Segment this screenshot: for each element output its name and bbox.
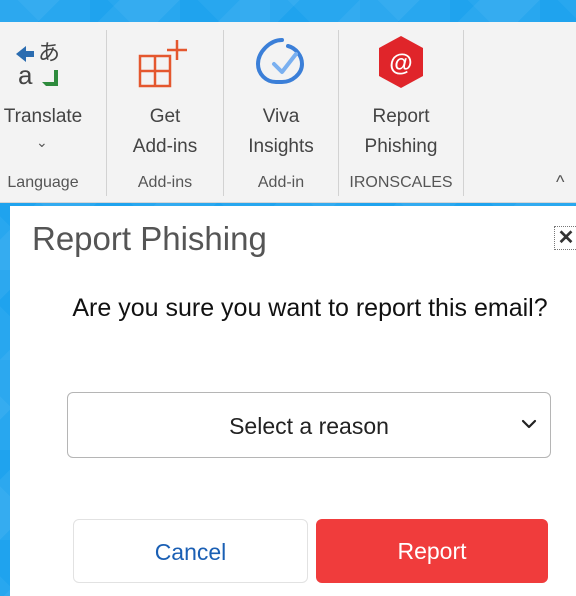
chevron-down-icon[interactable]: ⌄ bbox=[36, 134, 48, 151]
confirmation-question: Are you sure you want to report this ema… bbox=[72, 294, 548, 322]
svg-text:a: a bbox=[18, 60, 33, 90]
group-label-ironscales: IRONSCALES bbox=[349, 174, 453, 191]
label-line-2: Add-ins bbox=[132, 136, 198, 157]
viva-insights-icon[interactable] bbox=[252, 34, 308, 90]
svg-text:あ: あ bbox=[38, 41, 60, 66]
viva-insights-button-label[interactable]: Viva Insights bbox=[224, 102, 338, 162]
report-button[interactable]: Report bbox=[316, 519, 548, 583]
chevron-down-icon bbox=[520, 415, 538, 433]
ribbon-separator bbox=[463, 30, 464, 196]
ribbon-group-add-in: Viva Insights Add-in bbox=[224, 22, 338, 202]
ribbon-group-ironscales: @ Report Phishing IRONSCALES bbox=[339, 22, 463, 202]
label-line-1: Get bbox=[149, 106, 181, 127]
report-phishing-pane: Report Phishing ✕ Are you sure you want … bbox=[10, 206, 576, 596]
translate-button-label[interactable]: Translate bbox=[0, 102, 98, 132]
translate-icon[interactable]: あ a bbox=[14, 34, 70, 90]
reason-select-placeholder: Select a reason bbox=[229, 413, 389, 439]
collapse-ribbon-icon[interactable]: ^ bbox=[556, 172, 564, 193]
label-line-1: Viva bbox=[262, 106, 300, 127]
group-label-add-in: Add-in bbox=[257, 174, 305, 191]
label-line-1: Report bbox=[372, 106, 430, 127]
svg-text:@: @ bbox=[389, 50, 412, 77]
get-add-ins-icon[interactable] bbox=[137, 34, 193, 90]
close-icon[interactable]: ✕ bbox=[554, 226, 576, 250]
report-phishing-button-label[interactable]: Report Phishing bbox=[339, 102, 463, 162]
reason-select[interactable]: Select a reason bbox=[67, 392, 551, 458]
ironscales-report-icon[interactable]: @ bbox=[373, 34, 429, 90]
label-line-2: Phishing bbox=[364, 136, 438, 157]
ribbon-toolbar: あ a Translate ⌄ Language Get Add-ins Add… bbox=[0, 22, 576, 203]
ribbon-group-language: あ a Translate ⌄ Language bbox=[0, 22, 95, 202]
group-label-add-ins: Add-ins bbox=[137, 174, 193, 191]
group-label-language: Language bbox=[7, 174, 79, 191]
pane-title: Report Phishing bbox=[32, 220, 267, 257]
ribbon-group-add-ins: Get Add-ins Add-ins bbox=[107, 22, 223, 202]
get-add-ins-button-label[interactable]: Get Add-ins bbox=[107, 102, 223, 162]
label-line-2: Insights bbox=[248, 136, 314, 157]
cancel-button[interactable]: Cancel bbox=[73, 519, 308, 583]
